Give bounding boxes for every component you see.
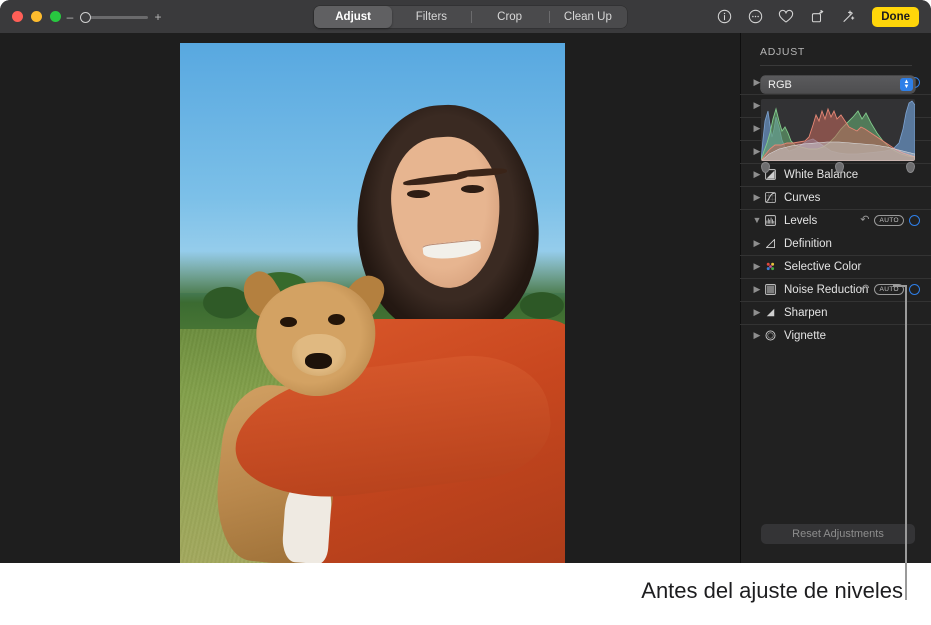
sidebar-item-noise-reduction[interactable]: ▶ Noise Reduction ↶ AUTO xyxy=(740,278,931,301)
tab-adjust[interactable]: Adjust xyxy=(314,6,392,28)
zoom-slider[interactable]: – + xyxy=(66,12,162,22)
sidebar-item-curves[interactable]: ▶ Curves xyxy=(740,186,931,209)
curves-icon xyxy=(763,190,778,205)
zoom-out-icon[interactable]: – xyxy=(66,12,74,22)
reset-icon[interactable]: ↶ xyxy=(860,215,869,226)
sidebar-title-rule xyxy=(760,65,912,66)
sidebar-item-label: Sharpen xyxy=(784,307,827,319)
close-window-button[interactable] xyxy=(12,11,23,22)
enable-toggle[interactable] xyxy=(909,215,920,226)
callout-line xyxy=(905,285,907,600)
chevron-right-icon[interactable]: ▶ xyxy=(751,308,763,317)
vignette-icon xyxy=(763,328,778,343)
screenshot-root: – + Adjust Filters Crop Clean Up xyxy=(0,0,931,625)
chevron-right-icon[interactable]: ▶ xyxy=(751,285,763,294)
noise-reduction-controls: ↶ AUTO xyxy=(860,278,920,301)
chevron-right-icon[interactable]: ▶ xyxy=(751,193,763,202)
sidebar-item-label: Selective Color xyxy=(784,261,861,273)
sidebar-item-label: Noise Reduction xyxy=(784,284,868,296)
reset-adjustments-button[interactable]: Reset Adjustments xyxy=(761,524,915,544)
levels-panel: RGB ▲▼ xyxy=(740,71,931,175)
noise-reduction-icon xyxy=(763,282,778,297)
photo-dog-nose xyxy=(305,353,332,369)
chevron-updown-icon[interactable]: ▲▼ xyxy=(900,78,913,91)
chevron-down-icon[interactable]: ▼ xyxy=(751,216,763,225)
tab-crop[interactable]: Crop xyxy=(471,6,549,28)
sidebar-item-sharpen[interactable]: ▶ Sharpen xyxy=(740,301,931,324)
adjust-sidebar: ADJUST ▶ Light ↶ AUTO xyxy=(740,33,931,563)
figure-caption: Antes del ajuste de niveles xyxy=(0,578,903,604)
rotate-icon[interactable] xyxy=(808,8,826,26)
definition-icon xyxy=(763,236,778,251)
histogram-svg xyxy=(761,99,915,161)
levels-controls: ↶ AUTO xyxy=(860,209,920,232)
sidebar-item-levels[interactable]: ▼ Levels ↶ AUTO xyxy=(740,209,931,232)
minimize-window-button[interactable] xyxy=(31,11,42,22)
traffic-lights xyxy=(12,11,61,22)
zoom-slider-track[interactable] xyxy=(80,16,148,19)
magic-wand-icon[interactable] xyxy=(839,8,857,26)
sidebar-item-definition[interactable]: ▶ Definition xyxy=(740,232,931,255)
chevron-right-icon[interactable]: ▶ xyxy=(751,239,763,248)
sidebar-title: ADJUST xyxy=(760,46,805,58)
photos-editor-window: – + Adjust Filters Crop Clean Up xyxy=(0,0,931,563)
window-titlebar: – + Adjust Filters Crop Clean Up xyxy=(0,0,931,33)
levels-icon xyxy=(763,213,778,228)
levels-black-point-handle[interactable] xyxy=(761,162,770,173)
photo-person-eye-right xyxy=(461,185,484,193)
sidebar-item-selective-color[interactable]: ▶ Selective Color xyxy=(740,255,931,278)
levels-slider-track[interactable] xyxy=(761,161,915,175)
editor-mode-tabs[interactable]: Adjust Filters Crop Clean Up xyxy=(314,6,627,28)
levels-histogram xyxy=(761,99,915,161)
selective-color-icon xyxy=(763,259,778,274)
info-icon[interactable] xyxy=(715,8,733,26)
reset-icon[interactable]: ↶ xyxy=(860,284,869,295)
photo-canvas xyxy=(0,33,740,563)
sharpen-icon xyxy=(763,305,778,320)
levels-white-point-handle[interactable] xyxy=(906,162,915,173)
tab-clean-up[interactable]: Clean Up xyxy=(549,6,627,28)
photo-dog-eye-right xyxy=(328,314,345,325)
zoom-in-icon[interactable]: + xyxy=(154,12,162,22)
levels-mid-point-handle[interactable] xyxy=(835,162,844,173)
levels-channel-select[interactable]: RGB ▲▼ xyxy=(761,76,915,93)
sidebar-item-label: Definition xyxy=(784,238,832,250)
sidebar-item-label: Levels xyxy=(784,215,817,227)
adjustment-list: ▶ Light ↶ AUTO xyxy=(740,71,931,347)
auto-badge[interactable]: AUTO xyxy=(874,215,904,226)
zoom-slider-knob[interactable] xyxy=(80,12,91,23)
zoom-window-button[interactable] xyxy=(50,11,61,22)
more-options-icon[interactable] xyxy=(746,8,764,26)
enable-toggle[interactable] xyxy=(909,284,920,295)
photo-person-eye-left xyxy=(407,190,430,198)
tab-filters[interactable]: Filters xyxy=(392,6,470,28)
sidebar-item-label: Curves xyxy=(784,192,820,204)
favorite-heart-icon[interactable] xyxy=(777,8,795,26)
sidebar-item-label: Vignette xyxy=(784,330,826,342)
chevron-right-icon[interactable]: ▶ xyxy=(751,262,763,271)
levels-channel-value: RGB xyxy=(761,79,792,91)
chevron-right-icon[interactable]: ▶ xyxy=(751,331,763,340)
window-toolbar: Done xyxy=(715,5,919,28)
done-button[interactable]: Done xyxy=(872,7,919,27)
photo-image[interactable] xyxy=(180,43,565,563)
sidebar-item-vignette[interactable]: ▶ Vignette xyxy=(740,324,931,347)
